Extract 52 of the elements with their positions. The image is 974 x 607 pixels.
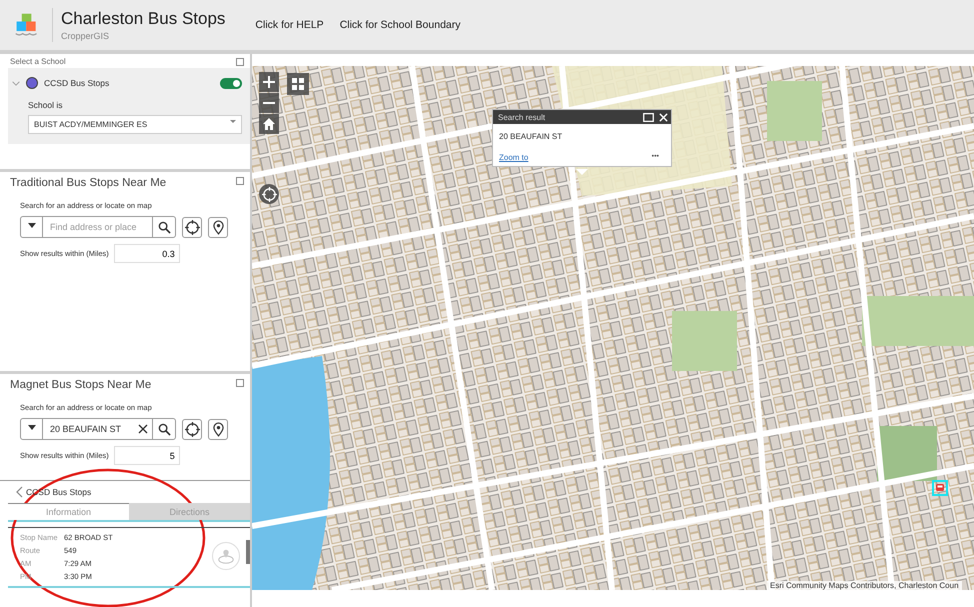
- address-search-field[interactable]: Find address or place: [43, 221, 152, 233]
- panel-title: Magnet Bus Stops Near Me: [10, 378, 152, 391]
- result-address: 20 BEAUFAIN ST: [498, 131, 564, 143]
- app-title: Charleston Bus Stops: [61, 9, 226, 29]
- route-icon: [217, 547, 235, 565]
- locate-button[interactable]: [182, 216, 202, 238]
- distance-field[interactable]: 0.3: [114, 244, 180, 263]
- crosshair-icon: [184, 422, 200, 436]
- grid-icon: [291, 77, 305, 91]
- close-icon[interactable]: [659, 112, 668, 122]
- search-icon: [158, 220, 170, 234]
- header-link[interactable]: Click for School Boundary: [340, 19, 460, 31]
- pin-button[interactable]: [208, 418, 228, 440]
- minus-icon: [263, 102, 275, 104]
- home-icon: [262, 117, 276, 131]
- app-subtitle: CropperGIS: [61, 31, 110, 41]
- panel-title: Select a School: [10, 56, 66, 68]
- address-search-field[interactable]: 20 BEAUFAIN ST: [43, 423, 138, 435]
- map-pin-icon: [212, 220, 224, 234]
- home-button[interactable]: [259, 114, 279, 134]
- zoom-in-button[interactable]: [259, 72, 279, 92]
- back-icon[interactable]: [16, 486, 23, 498]
- distance-field[interactable]: 5: [114, 446, 180, 465]
- popup-title: Search result: [498, 112, 546, 122]
- search-widget[interactable]: 20 BEAUFAIN ST: [20, 418, 176, 440]
- layer-toggle[interactable]: [220, 78, 242, 88]
- zoom-to-link[interactable]: Zoom to: [499, 153, 528, 162]
- map-attribution: Esri Community Maps Contributors, Charleston Coun: [767, 581, 962, 590]
- plus-icon: [263, 76, 275, 88]
- crosshair-icon: [184, 220, 200, 234]
- layer-dot-icon: [26, 77, 38, 89]
- bus-stop-marker-icon[interactable]: [932, 480, 948, 496]
- caret-icon: [28, 223, 36, 228]
- cubes-logo-icon: [14, 12, 40, 38]
- header-link[interactable]: Click for HELP: [255, 19, 324, 31]
- crosshair-icon: [262, 186, 276, 202]
- search-widget[interactable]: Find address or place: [20, 216, 176, 238]
- caret-icon: [230, 120, 236, 123]
- scrollbar[interactable]: [246, 540, 250, 564]
- filter-label: School is: [28, 100, 64, 110]
- popup-pointer: [576, 169, 588, 175]
- map-pin-icon: [212, 422, 224, 436]
- clear-icon[interactable]: [138, 424, 148, 434]
- caret-icon: [28, 425, 36, 430]
- school-dropdown[interactable]: BUIST ACDY/MEMMINGER ES: [28, 115, 242, 134]
- basemap-button[interactable]: [287, 73, 309, 95]
- zoom-out-button[interactable]: [259, 93, 279, 113]
- pin-button[interactable]: [208, 216, 228, 238]
- panel-title: Traditional Bus Stops Near Me: [10, 176, 166, 189]
- locate-button[interactable]: [182, 418, 202, 440]
- search-icon: [158, 422, 170, 436]
- layer-name: CCSD Bus Stops: [44, 78, 110, 88]
